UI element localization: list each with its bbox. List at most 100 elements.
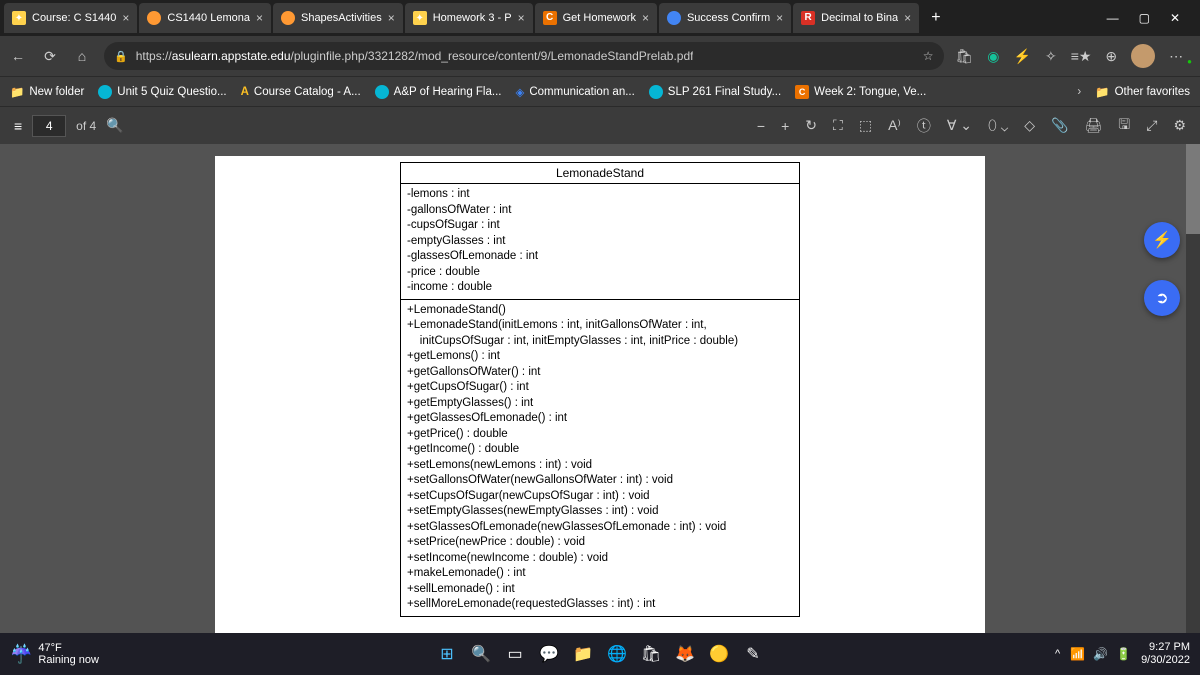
fav-slp[interactable]: SLP 261 Final Study...	[649, 85, 781, 99]
toc-icon[interactable]: ≡	[14, 118, 22, 134]
fav-comm[interactable]: ◈Communication an...	[515, 85, 634, 99]
attach-icon[interactable]: 📎	[1051, 117, 1068, 134]
minimize-button[interactable]: —	[1107, 11, 1119, 25]
favorites-icon[interactable]: ≡★	[1071, 48, 1092, 65]
url-input[interactable]: 🔒 https://asulearn.appstate.edu/pluginfi…	[104, 42, 944, 70]
catalog-icon: A	[241, 86, 249, 98]
zoom-out-icon[interactable]: −	[757, 118, 765, 134]
favorites-overflow-icon[interactable]: ›	[1077, 86, 1081, 98]
weather-desc: Raining now	[38, 654, 99, 666]
battery-icon[interactable]: 🔋	[1116, 647, 1131, 661]
close-window-button[interactable]: ✕	[1170, 11, 1180, 25]
tab-success[interactable]: Success Confirm×	[659, 3, 791, 33]
favicon	[147, 11, 161, 25]
date: 9/30/2022	[1141, 654, 1190, 667]
favorite-star-icon[interactable]: ☆	[923, 49, 934, 63]
weather-widget[interactable]: ☔ 47°F Raining now	[10, 642, 99, 666]
fav-catalog[interactable]: ACourse Catalog - A...	[241, 86, 361, 98]
store-button[interactable]: 🛍	[638, 641, 664, 667]
other-favorites[interactable]: 📁Other favorites	[1095, 85, 1190, 99]
vertical-scrollbar[interactable]	[1186, 144, 1200, 633]
tab-decimal[interactable]: RDecimal to Bina×	[793, 3, 919, 33]
page-number-input[interactable]	[32, 115, 66, 137]
home-button[interactable]: ⌂	[72, 48, 92, 64]
window-controls: — ▢ ✕	[1091, 11, 1196, 25]
lock-icon: 🔒	[114, 50, 128, 63]
favicon	[281, 11, 295, 25]
extension-icon[interactable]: ⚡	[1014, 48, 1031, 65]
erase-icon[interactable]: ◇	[1024, 117, 1035, 134]
sidebar-toggle-button[interactable]: ➲	[1144, 280, 1180, 316]
close-tab-icon[interactable]: ×	[256, 11, 263, 25]
fav-ap[interactable]: A&P of Hearing Fla...	[375, 85, 502, 99]
close-tab-icon[interactable]: ×	[904, 11, 911, 25]
close-tab-icon[interactable]: ×	[518, 11, 525, 25]
fav-week2[interactable]: CWeek 2: Tongue, Ve...	[795, 85, 926, 99]
tab-lemon[interactable]: CS1440 Lemona×	[139, 3, 271, 33]
pdf-toolbar: ≡ of 4 🔍 − + ↻ ⛶ ⬚ A⁾ ⓣ ∀ ⌄ ⬯ ⌄ ◇ 📎 🖨 🖫 …	[0, 106, 1200, 144]
app-button[interactable]: ✎	[740, 641, 766, 667]
start-button[interactable]: ⊞	[434, 641, 460, 667]
favicon: C	[543, 11, 557, 25]
file-explorer-button[interactable]: 📁	[570, 641, 596, 667]
profile-avatar[interactable]	[1131, 44, 1155, 68]
edge-button[interactable]: 🌐	[604, 641, 630, 667]
refresh-button[interactable]: ⟳	[40, 48, 60, 65]
close-tab-icon[interactable]: ×	[388, 11, 395, 25]
settings-icon[interactable]: ⚙	[1173, 117, 1186, 134]
fit-page-icon[interactable]: ⛶	[833, 117, 843, 134]
brainscape-icon: ◈	[515, 85, 524, 99]
chat-button[interactable]: 💬	[536, 641, 562, 667]
search-button[interactable]: 🔍	[468, 641, 494, 667]
address-bar: ← ⟳ ⌂ 🔒 https://asulearn.appstate.edu/pl…	[0, 36, 1200, 76]
zoom-in-icon[interactable]: +	[781, 118, 789, 134]
fullscreen-icon[interactable]: ⤢	[1146, 117, 1157, 134]
task-view-button[interactable]: ▭	[502, 641, 528, 667]
new-tab-button[interactable]: +	[921, 9, 950, 27]
tab-shapes[interactable]: ShapesActivities×	[273, 3, 403, 33]
pdf-viewer[interactable]: LemonadeStand -lemons : int -gallonsOfWa…	[0, 144, 1200, 633]
clock[interactable]: 9:27 PM 9/30/2022	[1141, 641, 1190, 667]
wifi-icon[interactable]: 📶	[1070, 647, 1085, 661]
highlight-icon[interactable]: ⬯ ⌄	[988, 117, 1008, 134]
tab-gethw[interactable]: CGet Homework×	[535, 3, 657, 33]
volume-icon[interactable]: 🔊	[1093, 647, 1108, 661]
favicon: R	[801, 11, 815, 25]
system-tray: ^ 📶 🔊 🔋 9:27 PM 9/30/2022	[1055, 641, 1190, 667]
maximize-button[interactable]: ▢	[1139, 11, 1150, 25]
close-tab-icon[interactable]: ×	[642, 11, 649, 25]
tab-homework[interactable]: ✦Homework 3 - P×	[405, 3, 533, 33]
weather-temp: 47°F	[38, 642, 99, 654]
page-view-icon[interactable]: ⬚	[859, 117, 872, 134]
draw-icon[interactable]: ∀ ⌄	[947, 117, 972, 134]
chrome-button[interactable]: 🟡	[706, 641, 732, 667]
pdf-tools: − + ↻ ⛶ ⬚ A⁾ ⓣ ∀ ⌄ ⬯ ⌄ ◇ 📎 🖨 🖫 ⤢ ⚙	[757, 114, 1186, 138]
grammarly-icon[interactable]: ◉	[987, 48, 999, 65]
back-button[interactable]: ←	[8, 48, 28, 64]
close-tab-icon[interactable]: ×	[122, 11, 129, 25]
collections-icon[interactable]: ⊕	[1105, 48, 1117, 65]
monica-assistant-button[interactable]: ⚡	[1144, 222, 1180, 258]
tab-course[interactable]: ✦Course: C S1440×	[4, 3, 137, 33]
shopping-icon[interactable]: 🛍	[956, 48, 974, 65]
close-tab-icon[interactable]: ×	[776, 11, 783, 25]
taskbar-center: ⊞ 🔍 ▭ 💬 📁 🌐 🛍 🦊 🟡 ✎	[434, 641, 766, 667]
menu-icon[interactable]: ⋯	[1169, 48, 1183, 65]
print-icon[interactable]: 🖨	[1085, 117, 1103, 134]
pdf-search-icon[interactable]: 🔍	[106, 117, 123, 134]
firefox-button[interactable]: 🦊	[672, 641, 698, 667]
notification-dot-icon: ●	[1187, 57, 1192, 66]
add-text-icon[interactable]: ⓣ	[917, 116, 931, 136]
favicon: ✦	[413, 11, 427, 25]
rotate-icon[interactable]: ↻	[805, 117, 817, 134]
page-count-label: of 4	[76, 119, 96, 133]
read-aloud-icon[interactable]: A⁾	[888, 117, 901, 134]
save-icon[interactable]: 🖫	[1118, 114, 1130, 138]
fav-unit5[interactable]: Unit 5 Quiz Questio...	[98, 85, 226, 99]
windows-taskbar: ☔ 47°F Raining now ⊞ 🔍 ▭ 💬 📁 🌐 🛍 🦊 🟡 ✎ ^…	[0, 633, 1200, 675]
scrollbar-thumb[interactable]	[1186, 144, 1200, 234]
fav-new-folder[interactable]: 📁New folder	[10, 85, 84, 99]
pdf-page: LemonadeStand -lemons : int -gallonsOfWa…	[215, 156, 985, 633]
extensions-icon[interactable]: ✧	[1045, 48, 1057, 65]
tray-chevron-icon[interactable]: ^	[1055, 648, 1060, 660]
